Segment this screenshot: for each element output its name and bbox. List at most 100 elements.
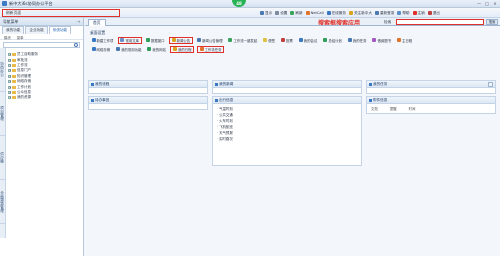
shortcut-icon — [263, 38, 268, 42]
main-area: 首页 桌面设置 新建工作项 常用文库 数据窗口 新闻公告 新闻公告管理 工作流一键发起 便签… — [86, 18, 500, 256]
expand-icon[interactable]: + — [8, 85, 11, 89]
toolbar-item-icon — [326, 11, 331, 15]
vtab-budget-mgmt[interactable]: 全面预算管理 — [0, 180, 6, 224]
travel-link[interactable]: · 实时路况 — [217, 136, 361, 142]
toolbar-item[interactable]: 帮助 — [397, 11, 410, 16]
refresh-hint-box[interactable]: 刷新页面 — [2, 9, 120, 17]
minimize-button[interactable]: — — [476, 1, 482, 6]
expand-icon[interactable]: + — [8, 53, 11, 57]
tab-my-functions[interactable]: 我的功能 — [2, 26, 25, 34]
portal-title: 我的新闻 — [219, 81, 234, 86]
shortcut-icon — [171, 38, 176, 42]
shortcut-button[interactable]: 网络存储 — [90, 46, 112, 53]
expand-icon[interactable]: + — [8, 69, 11, 73]
portal-header: 出行信息 — [213, 97, 361, 104]
expand-icon[interactable]: + — [8, 74, 11, 78]
portal-columns: 文档 提醒 时间 — [367, 104, 495, 113]
toolbar-item[interactable]: 关注新中大 — [348, 11, 372, 16]
shortcut-button[interactable]: 投票 — [280, 37, 295, 44]
shortcut-label: 投票 — [286, 38, 293, 43]
travel-list: · 气温时刻 · 公共交通 · 火车时刻 · 飞机航班 · 天气预报 · 实时路况 — [213, 104, 361, 142]
portal-icon — [215, 82, 218, 86]
shortcut-button[interactable]: 总结计划 — [322, 37, 344, 44]
tab-enterprise-functions[interactable]: 企业功能 — [25, 26, 48, 34]
main-tabs: 首页 — [86, 18, 500, 26]
vtab-collab-office[interactable]: 协同办公 — [0, 48, 6, 92]
tree-node[interactable]: + 我的资源 — [8, 95, 38, 100]
shortcut-button[interactable]: 工作流一键发起 — [227, 37, 259, 44]
shortcut-label: 新闻公告 — [176, 38, 191, 43]
subtab-menus[interactable]: 菜单 — [17, 35, 24, 40]
toolbar-item-label: 刷新 — [295, 10, 303, 15]
shortcut-icon — [91, 47, 96, 51]
tab-home[interactable]: 首页 — [88, 19, 106, 26]
tab-system-functions[interactable]: 系统功能 — [48, 26, 72, 34]
folder-icon — [12, 63, 16, 67]
shortcut-button[interactable]: 新建工作项 — [90, 37, 115, 44]
close-button[interactable]: × — [492, 1, 498, 6]
portal-title: 出行信息 — [219, 97, 234, 102]
vtab-supply-chain[interactable]: 供应链 — [0, 136, 6, 180]
shortcut-button[interactable]: 我的网站 — [146, 46, 168, 53]
nav-search-input[interactable] — [3, 42, 80, 48]
shortcut-icon — [172, 47, 177, 51]
expand-icon[interactable]: + — [8, 90, 11, 94]
toolbar-item-icon — [374, 11, 379, 15]
shortcut-button[interactable]: 新闻公告 — [169, 36, 193, 44]
maximize-button[interactable]: □ — [484, 1, 490, 6]
shortcut-button[interactable]: 我的日程 — [170, 45, 195, 53]
shortcut-icon — [197, 38, 202, 42]
portal-icon — [91, 82, 94, 86]
expand-icon[interactable]: + — [8, 96, 11, 100]
vtab-project-mgmt[interactable]: 项目管理 — [0, 92, 6, 136]
column-header: 提醒 — [389, 107, 397, 111]
shortcut-button[interactable]: 借阅图书 — [371, 37, 393, 44]
toolbar-item[interactable]: 在线服务 — [326, 11, 346, 16]
toolbar-item-icon — [397, 11, 402, 15]
toolbar-item[interactable]: 设置 — [275, 11, 287, 16]
shortcut-button[interactable]: 便签 — [262, 37, 277, 44]
expand-icon[interactable]: + — [8, 80, 11, 84]
toolbar-item-icon — [275, 11, 280, 15]
shortcut-button[interactable]: 我的任务 — [346, 37, 368, 44]
toolbar-item-label: 设置 — [280, 10, 288, 15]
shortcut-button[interactable]: 我的会议 — [297, 37, 319, 44]
portal-header: 附件信息 — [367, 97, 495, 104]
more-icon[interactable] — [488, 82, 493, 87]
expand-icon[interactable]: + — [8, 63, 11, 67]
shortcut-button[interactable]: 常用文库 — [117, 36, 142, 44]
nav-header: 导航菜单 ⊣ — [0, 18, 83, 26]
shortcut-button[interactable]: 新闻公告管理 — [196, 37, 224, 44]
shortcut-button[interactable]: 主日程 — [396, 37, 414, 44]
shortcut-icon — [91, 38, 96, 42]
shortcut-label: 总结计划 — [328, 38, 342, 43]
shortcut-icon — [147, 47, 152, 51]
tree-node-label: 我的资源 — [17, 95, 31, 100]
shortcut-icon — [298, 38, 303, 42]
expand-icon[interactable]: + — [8, 58, 11, 62]
nav-tabs: 我的功能 企业功能 系统功能 — [0, 26, 83, 34]
shortcut-button[interactable]: 数据窗口 — [145, 37, 167, 44]
portal-header: 待办事宜 — [89, 97, 207, 104]
shortcut-button[interactable]: 工作流任务 — [197, 45, 224, 53]
toolbar-actions: 显示 设置 刷新 NetCall 在线服务 关注新中大 重新登录 帮助 注销 退出 — [260, 10, 440, 16]
title-bar: 新中大i6s协同办公平台 — □ × — [0, 0, 500, 8]
toolbar-item[interactable]: 重新登录 — [374, 11, 394, 16]
window-title: 新中大i6s协同办公平台 — [9, 0, 53, 6]
portal-icon — [369, 82, 372, 86]
toolbar-item[interactable]: NetCall — [305, 11, 324, 15]
shortcut-button[interactable]: 我的常用功能 — [115, 46, 143, 53]
app-logo-icon — [2, 1, 7, 6]
shortcut-icon — [228, 38, 233, 42]
shortcut-label: 新建工作项 — [96, 38, 114, 43]
pin-icon[interactable]: ⊣ — [77, 19, 80, 24]
search-icon[interactable] — [74, 43, 78, 47]
subtab-modules[interactable]: 模块 — [4, 35, 11, 40]
toolbar-item[interactable]: 注销 — [412, 11, 425, 16]
folder-icon — [12, 69, 16, 73]
toolbar-item[interactable]: 退出 — [427, 11, 440, 16]
toolbar-item[interactable]: 显示 — [260, 11, 272, 16]
portal-header: 我的任务 — [367, 81, 495, 88]
toolbar-item[interactable]: 刷新 — [290, 10, 303, 16]
shortcut-label: 工作流一键发起 — [233, 38, 258, 43]
